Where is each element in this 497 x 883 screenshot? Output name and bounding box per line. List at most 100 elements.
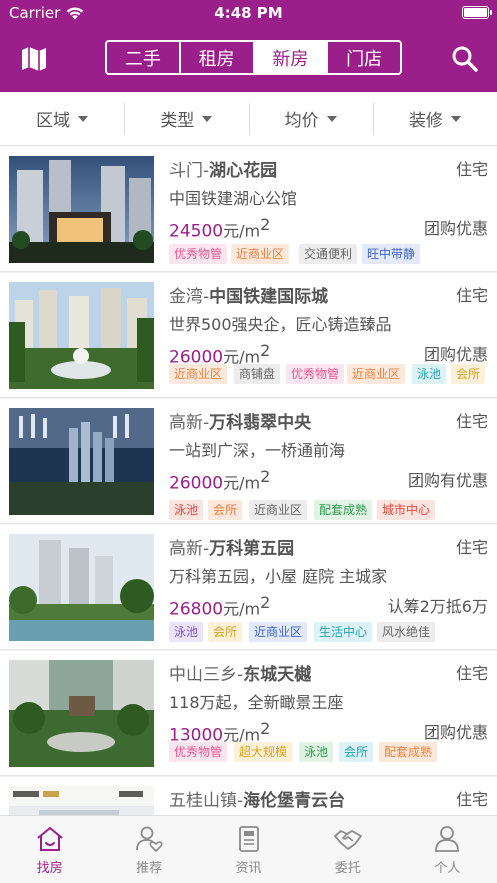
filter-avg-price[interactable]: 均价: [248, 92, 373, 145]
listing-item[interactable]: 金湾-中国铁建国际城 住宅 世界500强央企，匠心铸造臻品 26000元/m2 …: [0, 273, 497, 398]
listing-name: 湖心花园: [209, 161, 278, 181]
tab-label: 推荐: [136, 861, 163, 876]
listing-title: 金湾-中国铁建国际城: [169, 282, 328, 307]
tag: 会所: [208, 622, 243, 642]
property-type: 住宅: [455, 286, 488, 305]
segment-second-hand[interactable]: 二手: [107, 42, 181, 73]
search-icon[interactable]: [451, 45, 479, 73]
property-type: 住宅: [455, 664, 488, 683]
filter-type[interactable]: 类型: [124, 92, 248, 145]
filter-avg-price-label: 均价: [284, 111, 319, 131]
property-type: 住宅: [455, 160, 488, 179]
listing-photo: [9, 408, 154, 515]
listing-area: 高新-: [169, 539, 210, 559]
listing-item[interactable]: 五桂山镇-海伦堡青云台 住宅: [0, 777, 497, 815]
listing-subtitle: 世界500强央企，匠心铸造臻品: [169, 315, 392, 334]
listing-area: 金湾-: [169, 287, 210, 307]
price-unit-sup: 2: [260, 467, 271, 486]
listing-name: 万科第五园: [209, 539, 295, 559]
segment-rent[interactable]: 租房: [181, 42, 255, 73]
map-icon[interactable]: [20, 46, 48, 72]
listing-name: 万科翡翠中央: [209, 413, 312, 433]
listing-title: 高新-万科翡翠中央: [169, 408, 311, 433]
tag: 会所: [339, 742, 374, 762]
price-unit-sup: 2: [260, 215, 271, 234]
tag: 泳池: [412, 364, 447, 384]
filter-region[interactable]: 区域: [0, 92, 124, 145]
listing-item[interactable]: 高新-万科翡翠中央 住宅 一站到广深，一桥通前海 26000元/m2 团购有优惠…: [0, 399, 497, 524]
tab-entrust[interactable]: 委托: [298, 816, 397, 883]
battery-icon: [462, 6, 492, 19]
house-icon: [37, 827, 63, 851]
price-unit-sup: 2: [260, 341, 271, 360]
tag-row: 泳池 会所 近商业区 配套成熟 城市中心: [169, 500, 489, 520]
listing-name: 中国铁建国际城: [209, 287, 329, 307]
property-type: 住宅: [455, 538, 488, 557]
listing-price: 26800元/m2: [169, 593, 270, 620]
listing-list[interactable]: 斗门-湖心花园 住宅 中国铁建湖心公馆 24500元/m2 团购优惠 优秀物管 …: [0, 147, 497, 815]
tag: 配套成熟: [314, 500, 373, 520]
listing-photo: [9, 282, 154, 389]
tag: 泳池: [299, 742, 334, 762]
filter-type-label: 类型: [160, 111, 195, 131]
tab-news[interactable]: 资讯: [199, 816, 298, 883]
tab-profile[interactable]: 个人: [398, 816, 497, 883]
segment-control: 二手 租房 新房 门店: [105, 40, 402, 75]
price-unit: 元/m: [223, 221, 261, 241]
listing-item[interactable]: 中山三乡-东城天樾 住宅 118万起，全新瞰景王座 13000元/m2 团购优惠…: [0, 651, 497, 776]
price-unit: 元/m: [223, 473, 261, 493]
listing-title: 中山三乡-东城天樾: [169, 660, 311, 685]
tag: 交通便利: [299, 244, 358, 264]
tag: 泳池: [169, 622, 204, 642]
filter-bar: 区域 类型 均价 装修: [0, 92, 497, 146]
tag: 会所: [451, 364, 486, 384]
tab-label: 委托: [334, 861, 361, 876]
listing-subtitle: 中国铁建湖心公馆: [169, 189, 298, 208]
tab-label: 资讯: [235, 861, 262, 876]
price-value: 24500: [169, 221, 224, 242]
price-value: 26800: [169, 599, 224, 620]
chevron-down-icon: [78, 115, 89, 122]
listing-subtitle: 118万起，全新瞰景王座: [169, 693, 344, 712]
property-type: 住宅: [455, 412, 488, 431]
filter-decoration[interactable]: 装修: [372, 92, 497, 145]
tag: 近商业区: [249, 622, 308, 642]
listing-promo: 团购优惠: [423, 345, 488, 364]
segment-new-home[interactable]: 新房: [254, 42, 329, 73]
tag-row: 泳池 会所 近商业区 生活中心 风水绝佳: [169, 622, 489, 642]
price-value: 26000: [169, 473, 224, 494]
tag-row: 优秀物管 超大规模 泳池 会所 配套成熟: [169, 742, 489, 762]
listing-subtitle: 万科第五园，小屋 庭院 主城家: [169, 567, 388, 586]
tag: 优秀物管: [169, 244, 228, 264]
segment-stores[interactable]: 门店: [328, 42, 400, 73]
tag-row: 近商业区 商铺盘 优秀物管 近商业区 泳池 会所: [169, 364, 489, 384]
listing-area: 中山三乡-: [169, 665, 244, 685]
user-icon: [435, 826, 460, 852]
listing-item[interactable]: 斗门-湖心花园 住宅 中国铁建湖心公馆 24500元/m2 团购优惠 优秀物管 …: [0, 147, 497, 272]
bottom-tab-bar: 找房 推荐 资讯 委托 个人: [0, 815, 497, 883]
tag: 优秀物管: [286, 364, 345, 384]
price-unit-sup: 2: [260, 719, 271, 738]
tag: 泳池: [169, 500, 204, 520]
listing-title: 高新-万科第五园: [169, 534, 294, 559]
tab-label: 找房: [36, 861, 63, 876]
listing-area: 斗门-: [169, 161, 210, 181]
listing-promo: 团购有优惠: [407, 471, 488, 490]
tag: 超大规模: [234, 742, 293, 762]
news-icon: [238, 826, 259, 852]
tab-recommend[interactable]: 推荐: [99, 816, 198, 883]
tag: 商铺盘: [234, 364, 281, 384]
tag: 配套成熟: [379, 742, 438, 762]
tag-row: 优秀物管 近商业区 交通便利 旺中带静: [169, 244, 489, 264]
handshake-icon: [334, 830, 362, 850]
tag: 近商业区: [169, 364, 228, 384]
listing-title: 斗门-湖心花园: [169, 156, 277, 181]
listing-photo: [9, 534, 154, 641]
tag: 生活中心: [314, 622, 373, 642]
tab-find-home[interactable]: 找房: [0, 816, 99, 883]
chevron-down-icon: [326, 115, 337, 122]
tag: 近商业区: [347, 364, 406, 384]
listing-item[interactable]: 高新-万科第五园 住宅 万科第五园，小屋 庭院 主城家 26800元/m2 认筹…: [0, 525, 497, 650]
property-type: 住宅: [455, 790, 488, 809]
listing-promo: 认筹2万抵6万: [387, 597, 488, 616]
